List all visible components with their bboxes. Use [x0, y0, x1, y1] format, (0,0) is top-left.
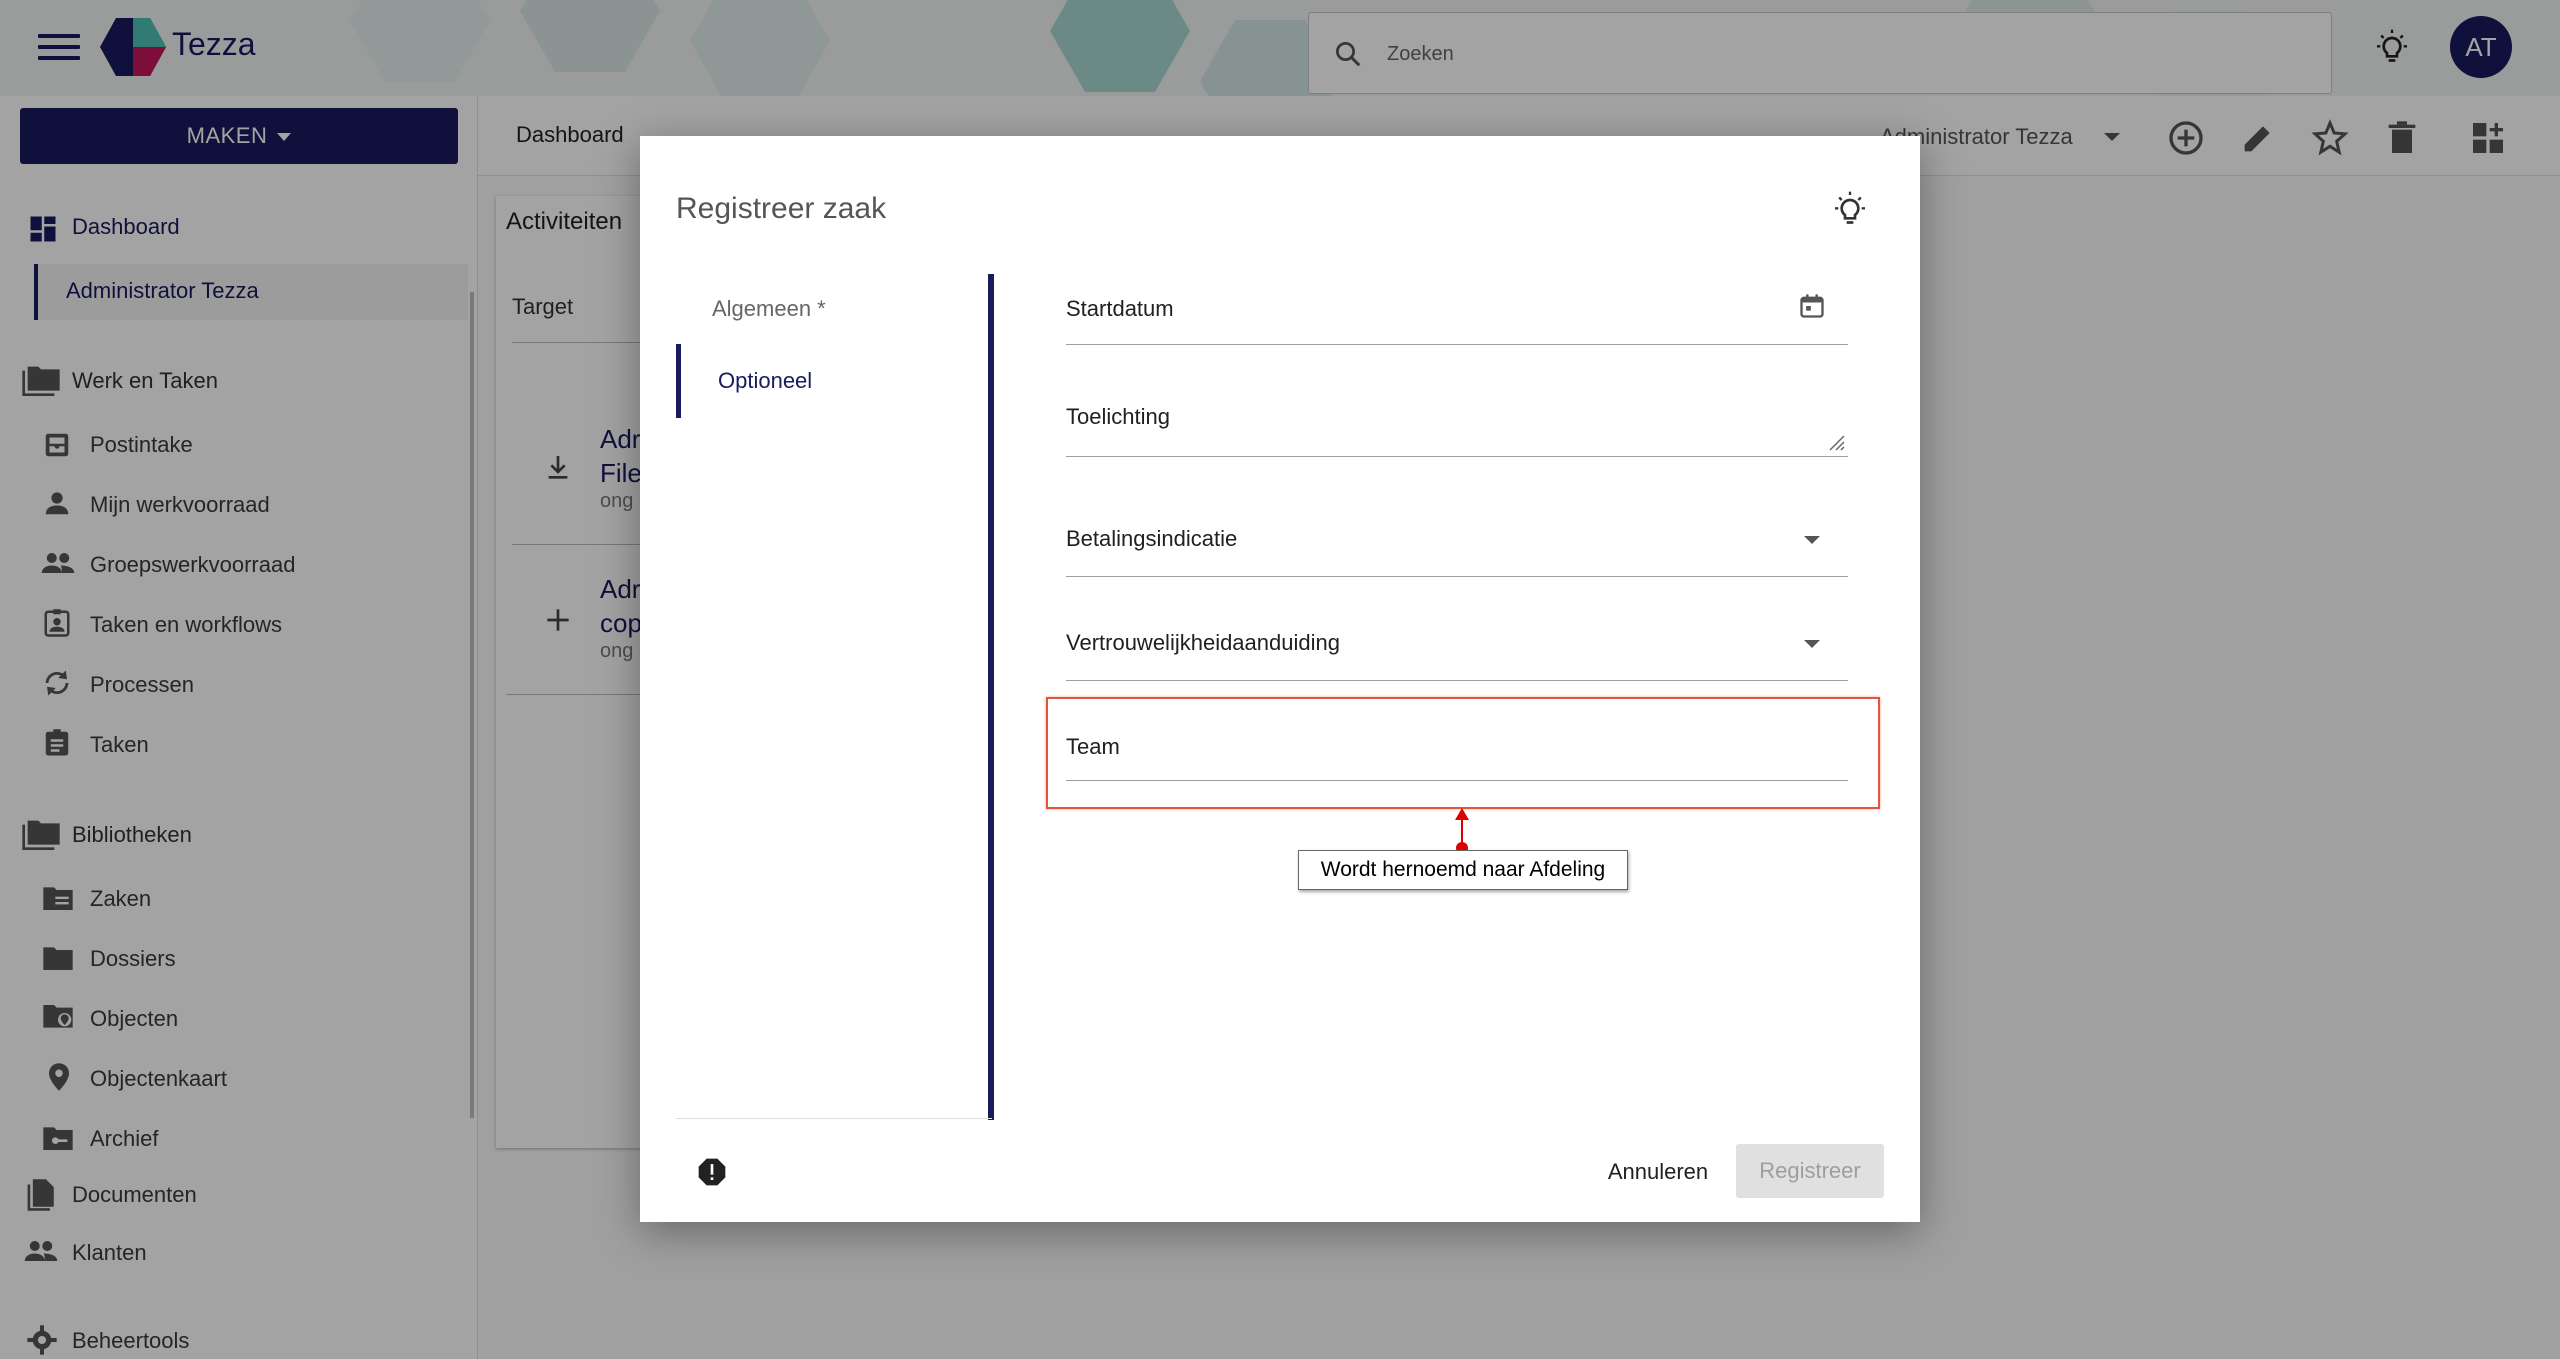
dropdown-arrow-icon[interactable] — [1804, 536, 1820, 544]
field-underline — [1066, 780, 1848, 781]
alert-octagon-icon[interactable] — [696, 1156, 728, 1188]
annotation-highlight-box — [1046, 697, 1880, 809]
betalingsindicatie-select[interactable]: Betalingsindicatie — [1066, 526, 1237, 552]
dialog-section-divider — [988, 274, 994, 1120]
field-underline — [1066, 344, 1848, 345]
dialog-nav-optioneel[interactable]: Optioneel — [718, 368, 812, 394]
annotation-arrow-head — [1455, 808, 1469, 820]
register-button[interactable]: Registreer — [1736, 1144, 1884, 1198]
field-underline — [1066, 576, 1848, 577]
register-case-dialog: Registreer zaak Algemeen * Optioneel Sta… — [640, 136, 1920, 1222]
dialog-nav-algemeen[interactable]: Algemeen * — [712, 296, 826, 322]
calendar-icon[interactable] — [1798, 292, 1826, 320]
cancel-button[interactable]: Annuleren — [1568, 1146, 1748, 1198]
field-underline — [1066, 456, 1848, 457]
dropdown-arrow-icon[interactable] — [1804, 640, 1820, 648]
field-underline — [1066, 680, 1848, 681]
lightbulb-icon[interactable] — [1830, 190, 1870, 230]
annotation-callout: Wordt hernoemd naar Afdeling — [1298, 850, 1628, 890]
toelichting-field[interactable]: Toelichting — [1066, 404, 1170, 430]
startdatum-field[interactable]: Startdatum — [1066, 296, 1174, 322]
resize-handle-icon[interactable] — [1826, 432, 1846, 452]
divider — [676, 1118, 992, 1119]
team-field[interactable]: Team — [1066, 734, 1120, 760]
dialog-title: Registreer zaak — [676, 192, 887, 225]
vertrouwelijkheid-select[interactable]: Vertrouwelijkheidaanduiding — [1066, 630, 1340, 656]
dialog-nav-active-indicator — [676, 344, 681, 418]
